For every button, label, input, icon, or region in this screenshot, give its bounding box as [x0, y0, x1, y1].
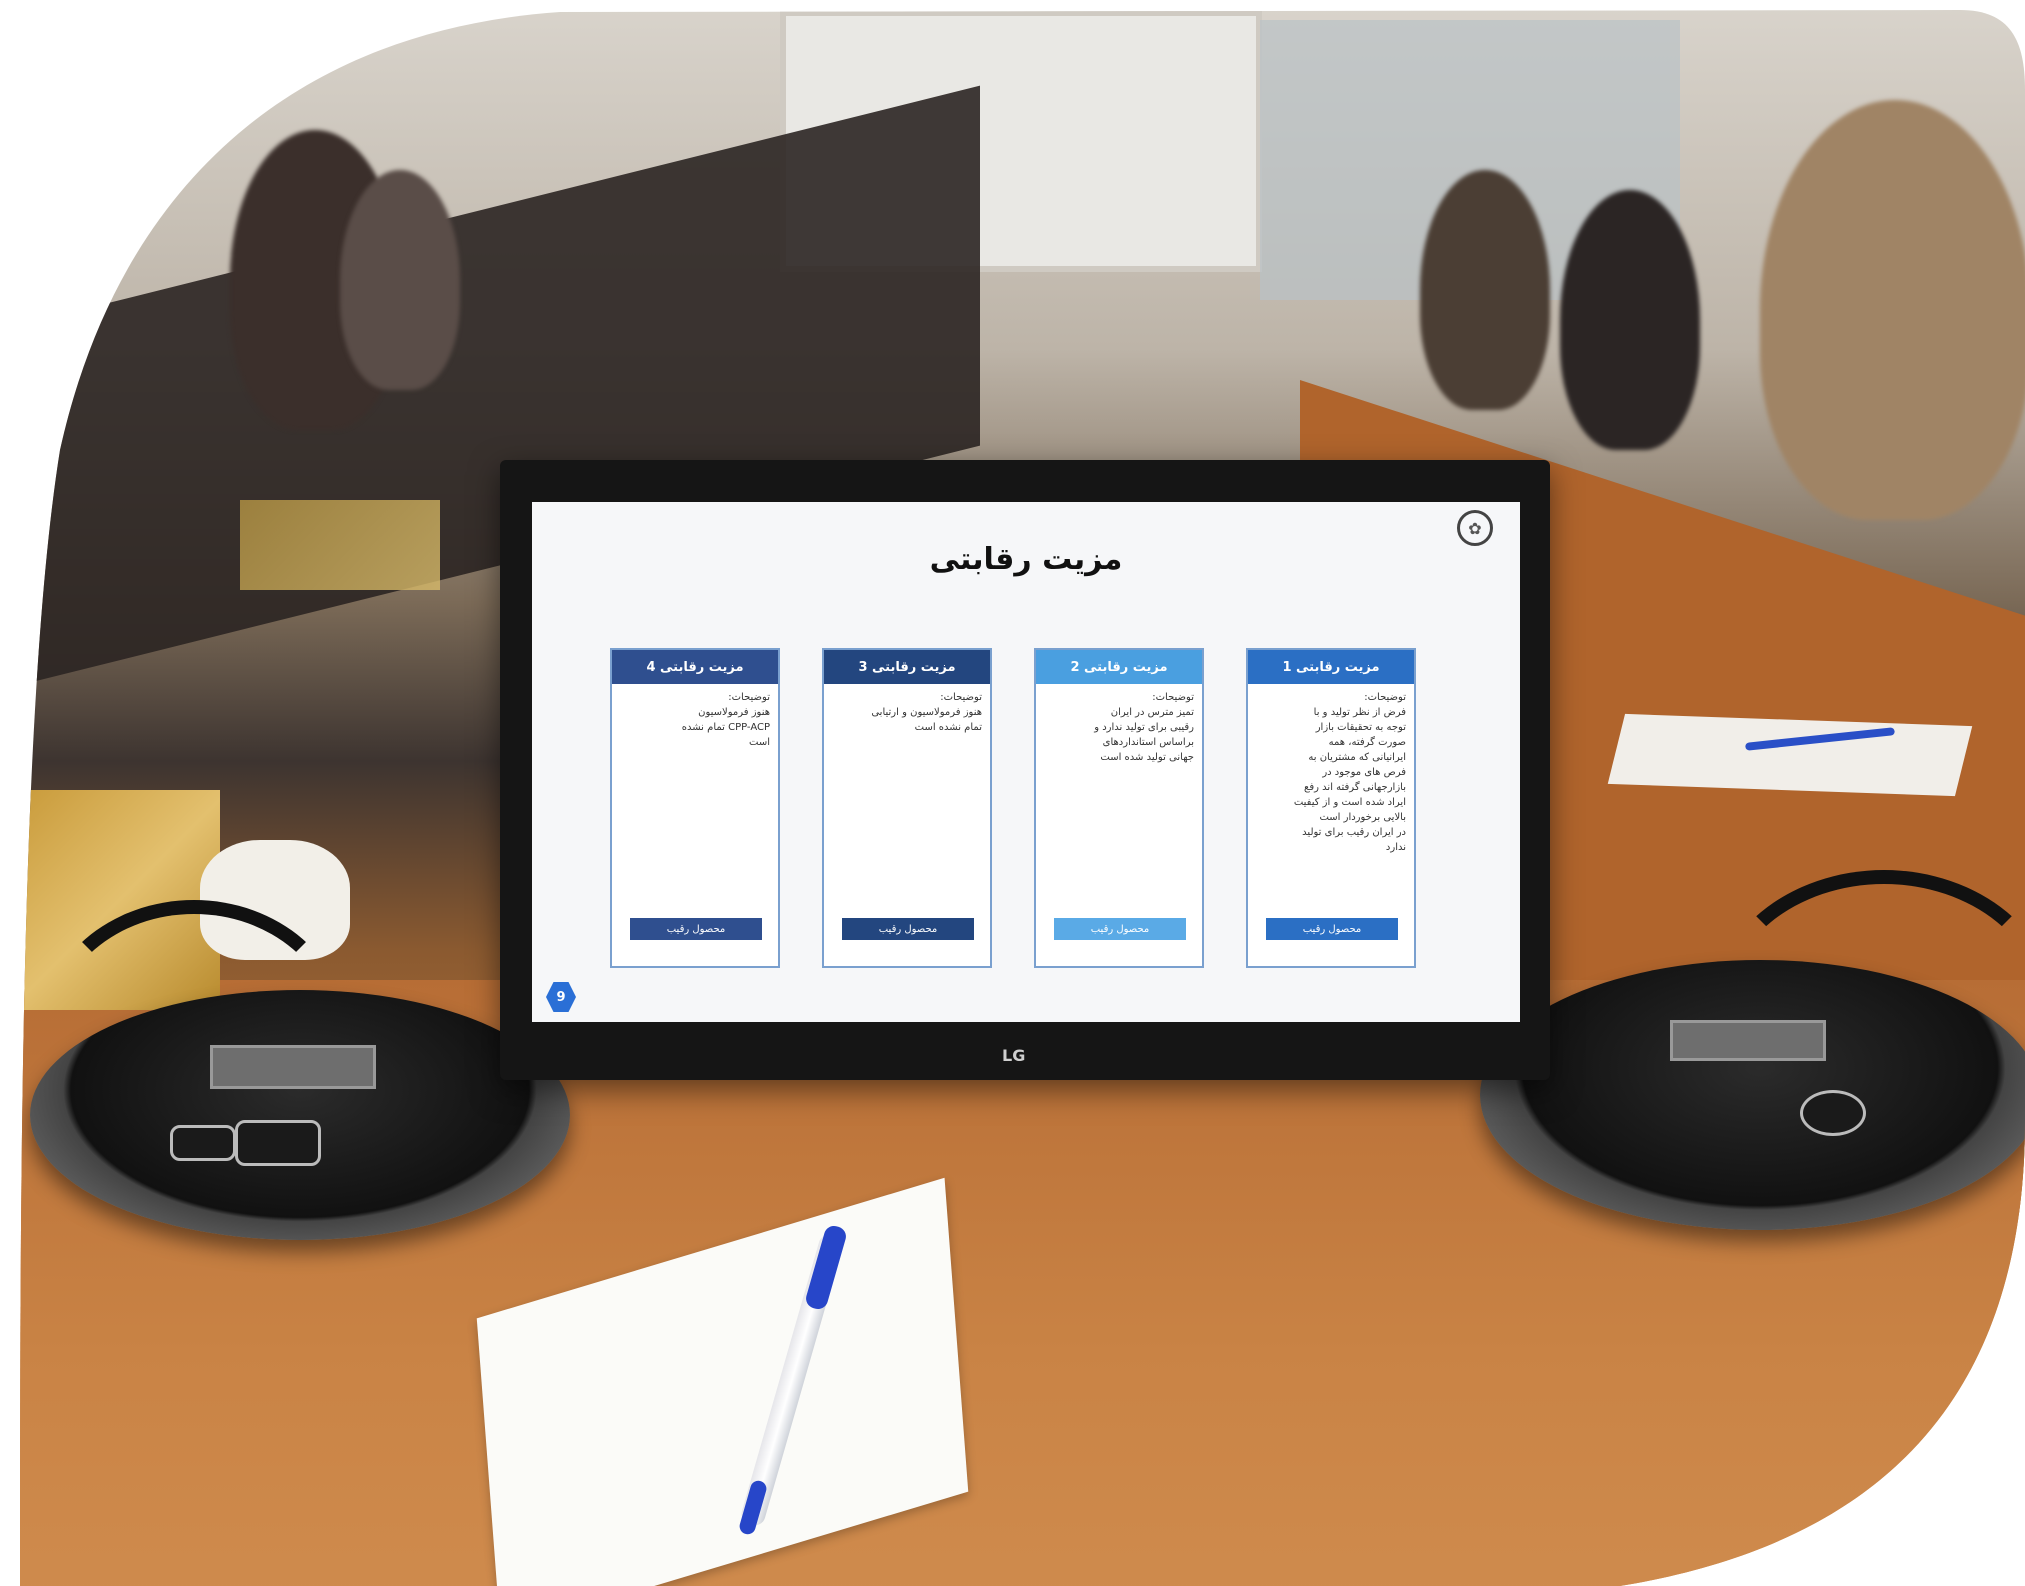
- advantage-cards: مزیت رقابتی 4 توضیحات: هنوز فرمولاسیون C…: [610, 648, 1435, 968]
- competitor-product-button[interactable]: محصول رقیب: [1054, 918, 1186, 940]
- attendee: [340, 170, 460, 390]
- competitor-product-button[interactable]: محصول رقیب: [630, 918, 762, 940]
- advantage-card-2: مزیت رقابتی 2 توضیحات: تمیز مترس در ایرا…: [1034, 648, 1204, 968]
- advantage-card-3: مزیت رقابتی 3 توضیحات: هنوز فرمولاسیون و…: [822, 648, 992, 968]
- conference-photo: LG مزیت رقابتی ✿ مزیت رقابتی 4 توضیحات: …: [0, 0, 2025, 1586]
- presentation-slide: مزیت رقابتی ✿ مزیت رقابتی 4 توضیحات: هنو…: [532, 502, 1520, 1022]
- competitor-product-button[interactable]: محصول رقیب: [1266, 918, 1398, 940]
- attendee: [1560, 190, 1700, 450]
- attendee: [1760, 100, 2025, 520]
- card-heading: مزیت رقابتی 2: [1036, 650, 1202, 684]
- slide-title: مزیت رقابتی: [929, 542, 1123, 577]
- card-description: توضیحات: تمیز مترس در ایران رقیبی برای ت…: [1094, 692, 1194, 763]
- card-description: توضیحات: هنوز فرمولاسیون CPP-ACP تمام نش…: [681, 692, 770, 748]
- tissue-box: [240, 500, 440, 590]
- emblem-icon: ✿: [1457, 510, 1493, 546]
- monitor-brand-logo: LG: [1002, 1046, 1026, 1065]
- card-description: توضیحات: هنوز فرمولاسیون و ارتیابی تمام …: [871, 692, 982, 733]
- paper-sheet: [1608, 714, 1973, 796]
- card-description: توضیحات: فرض از نظر تولید و با توجه به ت…: [1293, 692, 1406, 853]
- competitor-product-button[interactable]: محصول رقیب: [842, 918, 974, 940]
- advantage-card-4: مزیت رقابتی 4 توضیحات: هنوز فرمولاسیون C…: [610, 648, 780, 968]
- advantage-card-1: مزیت رقابتی 1 توضیحات: فرض از نظر تولید …: [1246, 648, 1416, 968]
- mic-gooseneck: [40, 900, 348, 1168]
- card-heading: مزیت رقابتی 1: [1248, 650, 1414, 684]
- organization-logo: ✿: [1444, 510, 1506, 580]
- card-heading: مزیت رقابتی 4: [612, 650, 778, 684]
- attendee: [1420, 170, 1550, 410]
- card-heading: مزیت رقابتی 3: [824, 650, 990, 684]
- slide-page-number: 9: [546, 982, 576, 1012]
